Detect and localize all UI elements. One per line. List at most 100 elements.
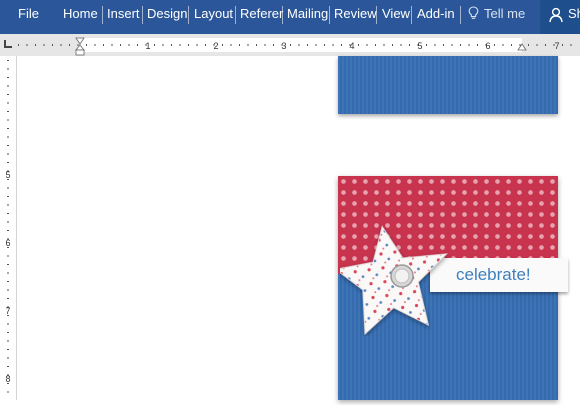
tab-insert[interactable]: Insert (107, 0, 140, 34)
vertical-ruler-tick (7, 77, 9, 78)
ruler-tick (434, 44, 436, 46)
ruler-tick (273, 44, 274, 46)
first-line-indent-marker[interactable] (75, 37, 85, 45)
ruler-tick (358, 44, 359, 46)
vertical-ruler[interactable]: 5 6 7 8 (0, 56, 17, 400)
tab-separator (376, 6, 377, 24)
ruler-tick (400, 44, 402, 46)
ruler-tick (443, 44, 444, 46)
vertical-ruler-tick (7, 162, 9, 163)
vertical-ruler-tick (7, 255, 9, 257)
tab-references[interactable]: Referer (240, 0, 283, 34)
ruler-tick (179, 44, 181, 46)
ruler-tick (222, 44, 223, 46)
ruler-tick (69, 44, 70, 46)
tell-me-box[interactable]: Tell me (468, 0, 525, 34)
left-indent-marker[interactable] (75, 49, 85, 56)
ribbon-tab-bar: File Home Insert Design Layout Referer M… (0, 0, 580, 34)
vertical-ruler-tick (7, 281, 9, 282)
ruler-tick (375, 44, 376, 46)
ruler-number: 2 (213, 41, 218, 51)
tab-review[interactable]: Review (334, 0, 377, 34)
ruler-tick (120, 44, 121, 46)
right-indent-marker[interactable] (517, 43, 527, 51)
vertical-ruler-tick (7, 366, 9, 367)
vertical-ruler-number: 8 (5, 374, 10, 384)
ruler-tick (332, 44, 334, 46)
vertical-ruler-tick (7, 332, 9, 333)
tab-view[interactable]: View (382, 0, 410, 34)
ruler-tick (171, 44, 172, 46)
tab-separator (142, 6, 143, 24)
ruler-tick (154, 44, 155, 46)
vertical-ruler-tick (7, 349, 9, 350)
ruler-tick (247, 44, 249, 46)
ruler-tick (562, 44, 563, 46)
vertical-ruler-marks: 5 6 7 8 (5, 60, 11, 393)
ruler-tick (230, 44, 232, 46)
card-image-top[interactable] (338, 56, 558, 114)
tell-me-label: Tell me (484, 6, 526, 21)
tab-home[interactable]: Home (63, 0, 98, 34)
vertical-ruler-tick (7, 136, 9, 138)
vertical-ruler-tick (7, 298, 9, 299)
ruler-tick (298, 44, 300, 46)
ruler-tick (324, 44, 325, 46)
vertical-ruler-tick (7, 323, 9, 325)
ruler-tick (502, 44, 504, 46)
tab-add-ins[interactable]: Add-in (417, 0, 455, 34)
ruler-tick (392, 44, 393, 46)
ruler-tick (468, 44, 470, 46)
ruler-tick (35, 44, 36, 46)
vertical-ruler-tick (7, 94, 9, 95)
ruler-tick (52, 44, 53, 46)
card-image-celebrate[interactable]: celebrate! (338, 176, 568, 400)
share-button[interactable]: Sh (540, 0, 580, 34)
vertical-ruler-tick (7, 221, 9, 223)
ruler-tick (409, 44, 410, 46)
tab-layout[interactable]: Layout (194, 0, 233, 34)
tab-separator (460, 6, 461, 24)
vertical-ruler-tick (7, 340, 9, 342)
vertical-ruler-tick (7, 357, 9, 359)
ruler-tick (511, 44, 512, 46)
tab-mailings[interactable]: Mailing (287, 0, 328, 34)
star-icon (340, 225, 448, 336)
ruler-tick (536, 44, 538, 46)
vertical-ruler-tick (7, 153, 9, 155)
ruler-tick (383, 44, 385, 46)
vertical-ruler-number: 6 (5, 238, 10, 248)
tab-separator (235, 6, 236, 24)
ruler-tick (451, 44, 453, 46)
ruler-tick (256, 44, 257, 46)
ruler-tick (162, 44, 164, 46)
vertical-ruler-tick (7, 85, 9, 87)
ruler-tick (137, 44, 138, 46)
ruler-tick (111, 44, 113, 46)
ruler-tick (460, 44, 461, 46)
ruler-tick (188, 44, 189, 46)
tab-separator (282, 6, 283, 24)
lightbulb-icon (468, 6, 479, 19)
tab-design[interactable]: Design (147, 0, 187, 34)
ruler-tick (77, 44, 79, 46)
ruler-tick (426, 44, 427, 46)
ruler-tick (528, 44, 529, 46)
ruler-tick (315, 44, 317, 46)
ruler-number: 5 (417, 41, 422, 51)
vertical-ruler-tick (7, 187, 9, 189)
vertical-ruler-tick (7, 145, 9, 146)
hanging-indent-marker[interactable] (75, 44, 85, 51)
ruler-number: 1 (145, 41, 150, 51)
ruler-tick (545, 44, 546, 46)
ruler-tick (18, 44, 19, 46)
vertical-ruler-ticks (7, 60, 9, 393)
vertical-ruler-tick (7, 204, 9, 206)
vertical-ruler-tick (7, 60, 9, 61)
ruler-tick (341, 44, 342, 46)
ruler-tick (94, 44, 96, 46)
vertical-ruler-tick (7, 119, 9, 121)
tab-file[interactable]: File (18, 0, 39, 34)
vertical-ruler-tick (7, 102, 9, 104)
vertical-ruler-tick (7, 68, 9, 70)
